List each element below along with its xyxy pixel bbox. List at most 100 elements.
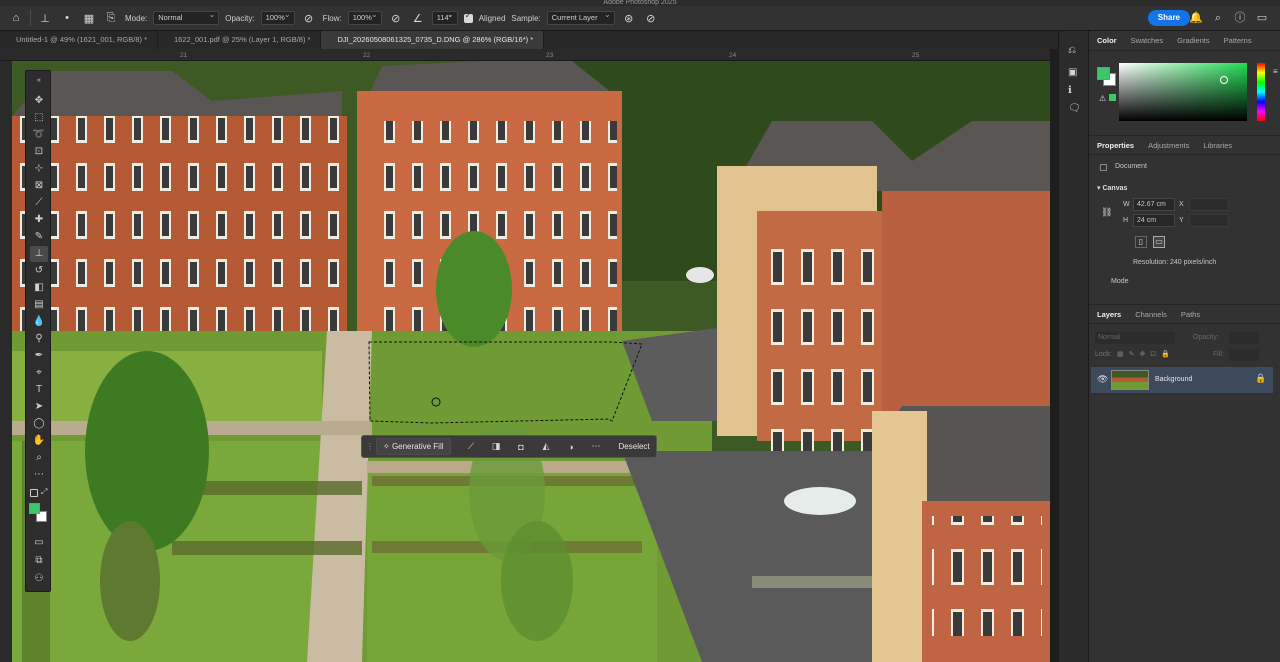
history-brush-tool-icon[interactable]: ↺	[30, 263, 48, 279]
pen-tool-icon[interactable]: ✒	[30, 348, 48, 364]
dodge-tool-icon[interactable]: ⚲	[30, 331, 48, 347]
tab-dji-dng[interactable]: DJI_20260508061325_0735_D.DNG @ 286% (RG…	[321, 31, 545, 49]
document-canvas[interactable]	[12, 61, 1050, 662]
opacity-label: Opacity:	[225, 13, 255, 23]
tab-gradients[interactable]: Gradients	[1177, 36, 1210, 45]
tab-untitled-1[interactable]: Untitled-1 @ 49% (1621_001, RGB/8) *	[0, 31, 159, 49]
mode-select[interactable]: Normal	[153, 9, 220, 25]
comments-panel-icon[interactable]: 🗨	[1068, 103, 1081, 114]
toolbar-collapse-icon[interactable]: «	[30, 73, 48, 89]
tab-paths[interactable]: Paths	[1181, 310, 1200, 319]
gamut-color-chip[interactable]	[1109, 94, 1116, 101]
gradient-tool-icon[interactable]: ▤	[30, 297, 48, 313]
frame-tool-icon[interactable]: ⊠	[30, 178, 48, 194]
layer-fill-field[interactable]	[1229, 349, 1259, 361]
info-panel-icon[interactable]: ℹ	[1068, 85, 1072, 96]
clone-stamp-tool-icon[interactable]: ⊥	[30, 246, 48, 262]
shape-tool-icon[interactable]: ◯	[30, 416, 48, 432]
brush-preset-icon[interactable]: •	[59, 10, 75, 26]
portrait-orientation-icon[interactable]: ▯	[1135, 236, 1147, 248]
default-colors-icon[interactable]	[30, 489, 38, 497]
workspace-icon[interactable]: ▭	[1254, 10, 1270, 26]
adjustment-layer-icon[interactable]: ◑	[559, 442, 584, 452]
layer-lock-icon[interactable]: 🔒	[1255, 373, 1266, 384]
y-field[interactable]	[1189, 214, 1229, 227]
panel-menu-icon[interactable]: ≡	[1273, 67, 1278, 76]
edit-toolbar-icon[interactable]: ⚇	[30, 571, 48, 587]
tab-color[interactable]: Color	[1097, 36, 1117, 45]
tab-layers[interactable]: Layers	[1097, 310, 1121, 319]
pressure-opacity-icon[interactable]: ⊘	[301, 10, 317, 26]
zoom-tool-icon[interactable]: ⌕	[30, 450, 48, 466]
opacity-field[interactable]: 100%	[260, 9, 295, 25]
visibility-eye-icon[interactable]: 👁	[1097, 374, 1108, 385]
blend-mode-select[interactable]: Normal	[1095, 332, 1175, 344]
crop-tool-icon[interactable]: ⊹	[30, 161, 48, 177]
x-field[interactable]	[1189, 198, 1229, 211]
modify-selection-icon[interactable]: ⟋	[459, 441, 484, 452]
foreground-color-chip[interactable]	[1097, 67, 1110, 80]
search-icon[interactable]: ⌕	[1210, 10, 1226, 26]
foreground-color-swatch[interactable]	[29, 503, 40, 514]
eyedropper-tool-icon[interactable]: ⟋	[30, 195, 48, 211]
layer-name[interactable]: Background	[1155, 376, 1192, 383]
tab-channels[interactable]: Channels	[1135, 310, 1167, 319]
tab-properties[interactable]: Properties	[1097, 141, 1134, 150]
landscape-orientation-icon[interactable]: ▭	[1153, 236, 1165, 248]
pressure-size-icon[interactable]: ⊘	[643, 10, 659, 26]
layer-row-background[interactable]: 👁 Background 🔒	[1091, 367, 1273, 393]
help-icon[interactable]: ⓘ	[1232, 10, 1248, 26]
deselect-button[interactable]: Deselect	[613, 439, 656, 454]
object-selection-tool-icon[interactable]: ⊡	[30, 144, 48, 160]
brush-tool-icon[interactable]: ✎	[30, 229, 48, 245]
more-options-icon[interactable]: ⋯	[584, 441, 609, 452]
marquee-tool-icon[interactable]: ⬚	[30, 110, 48, 126]
clone-stamp-tool-icon[interactable]: ⊥	[37, 10, 53, 26]
notifications-icon[interactable]: 🔔	[1188, 10, 1204, 26]
color-picker-cursor[interactable]	[1220, 76, 1228, 84]
quick-mask-icon[interactable]: ▭	[30, 535, 48, 551]
tab-1622-pdf[interactable]: 1622_001.pdf @ 25% (Layer 1, RGB/8) *	[158, 31, 322, 49]
height-field[interactable]: 24 cm	[1133, 214, 1175, 227]
tab-swatches[interactable]: Swatches	[1131, 36, 1164, 45]
layer-opacity-field[interactable]	[1229, 332, 1259, 344]
link-dimensions-icon[interactable]: ⛓	[1101, 207, 1112, 218]
ignore-adjustment-icon[interactable]: ⊛	[621, 10, 637, 26]
angle-field[interactable]: 114°	[431, 9, 458, 25]
history-panel-icon[interactable]: ⎌	[1068, 45, 1076, 56]
layer-comps-panel-icon[interactable]: ▣	[1068, 67, 1077, 78]
eraser-tool-icon[interactable]: ◧	[30, 280, 48, 296]
flow-field[interactable]: 100%	[347, 9, 382, 25]
drag-handle-icon[interactable]: ⋮	[366, 442, 374, 451]
create-mask-icon[interactable]: ◘	[509, 442, 534, 452]
invert-selection-icon[interactable]: ◨	[484, 441, 509, 452]
hue-slider[interactable]	[1257, 63, 1265, 121]
blur-tool-icon[interactable]: 💧	[30, 314, 48, 330]
more-tools-icon[interactable]: ⋯	[30, 467, 48, 483]
generative-fill-button[interactable]: ✧ Generative Fill	[376, 438, 451, 455]
tab-patterns[interactable]: Patterns	[1224, 36, 1252, 45]
tab-libraries[interactable]: Libraries	[1203, 141, 1232, 150]
type-tool-icon[interactable]: T	[30, 382, 48, 398]
airbrush-icon[interactable]: ⊘	[388, 10, 404, 26]
path-selection-tool-icon[interactable]: ➤	[30, 399, 48, 415]
width-field[interactable]: 42.67 cm	[1133, 198, 1175, 211]
share-button[interactable]: Share	[1147, 10, 1190, 26]
lock-options-icons[interactable]: ▦✎✥⊡🔒	[1117, 350, 1175, 358]
canvas-section-label[interactable]: ▾ Canvas	[1097, 184, 1127, 192]
clone-source-icon[interactable]: ⎘	[103, 10, 119, 26]
aligned-checkbox[interactable]	[463, 11, 473, 23]
home-icon[interactable]: ⌂	[8, 10, 24, 26]
pen-anchor-tool-icon[interactable]: ⌖	[30, 365, 48, 381]
sample-select[interactable]: Current Layer	[546, 9, 615, 25]
screen-mode-icon[interactable]: ⧉	[30, 553, 48, 569]
fill-selection-icon[interactable]: ◭	[534, 441, 559, 452]
hand-tool-icon[interactable]: ✋	[30, 433, 48, 449]
swap-colors-icon[interactable]: ⤢	[41, 487, 47, 497]
lasso-tool-icon[interactable]: ➰	[30, 127, 48, 143]
healing-brush-tool-icon[interactable]: ✚	[30, 212, 48, 228]
color-field[interactable]	[1119, 63, 1247, 121]
move-tool-icon[interactable]: ✥	[30, 93, 48, 109]
tab-adjustments[interactable]: Adjustments	[1148, 141, 1189, 150]
brush-settings-icon[interactable]: ▦	[81, 10, 97, 26]
